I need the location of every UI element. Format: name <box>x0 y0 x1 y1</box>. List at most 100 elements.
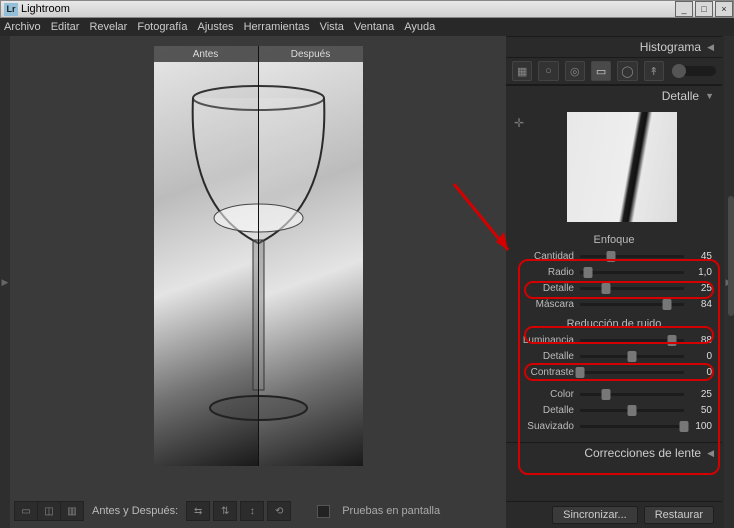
slider-track[interactable] <box>580 255 684 258</box>
slider-value[interactable]: 84 <box>690 299 712 310</box>
slider-label: Suavizado <box>516 421 574 432</box>
slider-knob[interactable] <box>607 251 616 262</box>
slider-label: Cantidad <box>516 251 574 262</box>
menu-item-editar[interactable]: Editar <box>51 21 80 33</box>
menu-item-revelar[interactable]: Revelar <box>89 21 127 33</box>
slider-track[interactable] <box>580 371 684 374</box>
histogram-label: Histograma <box>640 40 701 54</box>
bottom-toolbar: ▭ ◫ ▥ Antes y Después: ⇆ ⇅ ↕ ⟲ Pruebas e… <box>14 498 502 524</box>
right-panel: Histograma ◀ ▦ ○ ◎ ▭ ◯ ↟ Detalle ▼ ✛ Enf… <box>506 36 724 528</box>
noise-section-title: Reducción de ruido <box>506 318 722 330</box>
slider-value[interactable]: 25 <box>690 389 712 400</box>
swap-vertical-icon[interactable]: ⇅ <box>213 501 237 521</box>
slider-track[interactable] <box>580 393 684 396</box>
spot-tool-icon[interactable]: ○ <box>538 61 558 81</box>
view-compare-icon[interactable]: ▥ <box>61 502 83 520</box>
menu-item-ventana[interactable]: Ventana <box>354 21 394 33</box>
softproof-checkbox[interactable] <box>317 505 330 518</box>
tool-strip: ▦ ○ ◎ ▭ ◯ ↟ <box>506 57 722 85</box>
glass-image-after <box>174 68 344 448</box>
detail-target-icon[interactable]: ✛ <box>514 116 524 130</box>
window-titlebar: Lr Lightroom _ □ × <box>0 0 734 18</box>
after-pane: Después <box>259 46 363 466</box>
slider-value[interactable]: 45 <box>690 251 712 262</box>
slider-value[interactable]: 88 <box>690 335 712 346</box>
slider-track[interactable] <box>580 303 684 306</box>
slider-knob[interactable] <box>628 351 637 362</box>
reset-button[interactable]: Restaurar <box>644 506 714 524</box>
slider-track[interactable] <box>580 425 684 428</box>
sync-button[interactable]: Sincronizar... <box>552 506 638 524</box>
view-single-icon[interactable]: ▭ <box>15 502 38 520</box>
slider-value[interactable]: 50 <box>690 405 712 416</box>
before-label: Antes <box>154 46 258 62</box>
window-close-button[interactable]: × <box>715 1 733 17</box>
slider-sharpen-radio: Radio1,0 <box>516 264 712 280</box>
slider-track[interactable] <box>580 355 684 358</box>
slider-value[interactable]: 0 <box>690 351 712 362</box>
slider-knob[interactable] <box>602 283 611 294</box>
slider-noise-lum-detalle: Detalle0 <box>516 348 712 364</box>
window-maximize-button[interactable]: □ <box>695 1 713 17</box>
slider-knob[interactable] <box>602 389 611 400</box>
reset-compare-icon[interactable]: ⟲ <box>267 501 291 521</box>
slider-label: Contraste <box>516 367 574 378</box>
softproof-label: Pruebas en pantalla <box>342 505 440 517</box>
slider-noise-col-suavizado: Suavizado 100 <box>516 418 712 434</box>
crop-tool-icon[interactable]: ▦ <box>512 61 532 81</box>
sharpen-section-title: Enfoque <box>506 234 722 246</box>
image-canvas[interactable]: Antes Desp <box>14 42 502 492</box>
view-mode-group: ▭ ◫ ▥ <box>14 501 84 521</box>
slider-noise-col-color: Color 25 <box>516 386 712 402</box>
brush-tool-icon[interactable]: ↟ <box>644 61 664 81</box>
slider-track[interactable] <box>580 409 684 412</box>
chevron-left-icon: ◀ <box>707 42 714 53</box>
detail-panel-header[interactable]: Detalle ▼ <box>506 85 722 106</box>
slider-noise-col-detalle: Detalle 50 <box>516 402 712 418</box>
menu-item-vista[interactable]: Vista <box>320 21 344 33</box>
slider-sharpen-cantidad: Cantidad 45 <box>516 248 712 264</box>
slider-track[interactable] <box>580 271 684 274</box>
slider-noise-lum-luminancia: Luminancia 88 <box>516 332 712 348</box>
redeye-tool-icon[interactable]: ◎ <box>565 61 585 81</box>
radial-tool-icon[interactable]: ◯ <box>617 61 637 81</box>
slider-value[interactable]: 25 <box>690 283 712 294</box>
window-title: Lightroom <box>21 3 70 15</box>
chevron-left-icon: ◀ <box>707 448 714 459</box>
grad-tool-icon[interactable]: ▭ <box>591 61 611 81</box>
slider-label: Luminancia <box>516 335 574 346</box>
slider-knob[interactable] <box>584 267 593 278</box>
lens-label: Correcciones de lente <box>584 446 701 460</box>
slider-knob[interactable] <box>628 405 637 416</box>
slider-knob[interactable] <box>663 299 672 310</box>
slider-value[interactable]: 0 <box>690 367 712 378</box>
slider-knob[interactable] <box>667 335 676 346</box>
swap-horizontal-icon[interactable]: ⇆ <box>186 501 210 521</box>
panel-scrollbar[interactable] <box>728 196 734 316</box>
before-after-label: Antes y Después: <box>92 505 178 517</box>
copy-settings-icon[interactable]: ↕ <box>240 501 264 521</box>
menu-item-fotografia[interactable]: Fotografía <box>137 21 187 33</box>
histogram-panel-header[interactable]: Histograma ◀ <box>506 36 722 57</box>
slider-track[interactable] <box>580 287 684 290</box>
slider-label: Máscara <box>516 299 574 310</box>
detail-label: Detalle <box>662 89 699 103</box>
chevron-down-icon: ▼ <box>705 91 714 101</box>
lens-panel-header[interactable]: Correcciones de lente ◀ <box>506 442 722 463</box>
view-split-icon[interactable]: ◫ <box>38 502 61 520</box>
slider-track[interactable] <box>580 339 684 342</box>
slider-value[interactable]: 1,0 <box>690 267 712 278</box>
tool-switch[interactable] <box>674 66 716 76</box>
menu-item-herramientas[interactable]: Herramientas <box>244 21 310 33</box>
slider-knob[interactable] <box>680 421 689 432</box>
menu-item-archivo[interactable]: Archivo <box>4 21 41 33</box>
slider-value[interactable]: 100 <box>690 421 712 432</box>
window-minimize-button[interactable]: _ <box>675 1 693 17</box>
slider-label: Detalle <box>516 405 574 416</box>
slider-label: Color <box>516 389 574 400</box>
slider-knob[interactable] <box>576 367 585 378</box>
detail-zoom-preview[interactable] <box>567 112 677 222</box>
left-panel-toggle[interactable]: ▶ <box>0 36 10 528</box>
menu-item-ayuda[interactable]: Ayuda <box>404 21 435 33</box>
menu-item-ajustes[interactable]: Ajustes <box>197 21 233 33</box>
